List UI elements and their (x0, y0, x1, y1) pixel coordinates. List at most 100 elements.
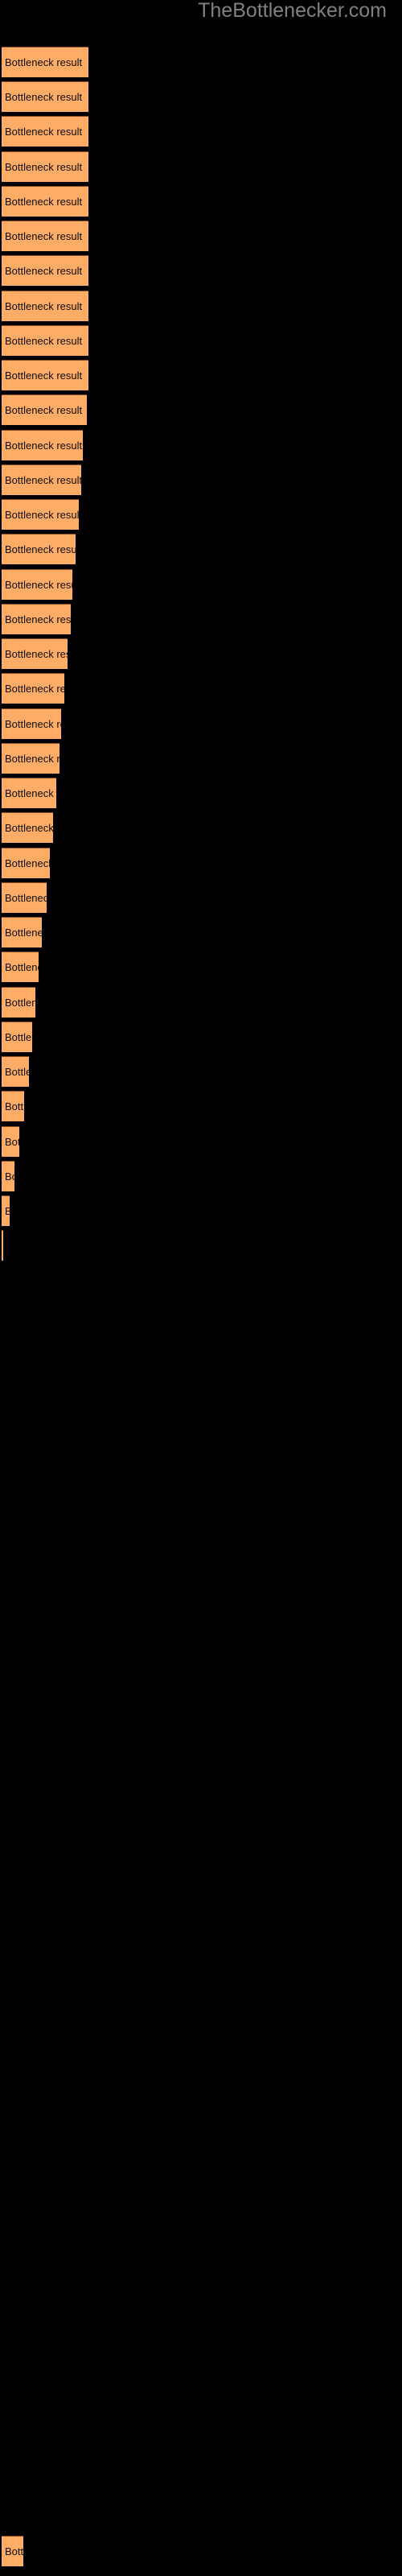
bar-row: Bottleneck result (0, 151, 402, 183)
bar-26[interactable]: Bottleneck result (2, 917, 42, 947)
bar-label: Bottleneck result (5, 683, 64, 695)
bar-27[interactable]: Bottleneck result (2, 952, 39, 982)
bar-row: Bottleneck result (0, 464, 402, 496)
bar-row: Bottleneck result (0, 917, 402, 948)
bar-19[interactable]: Bottleneck result (2, 673, 64, 704)
bar-row: Bottleneck result (0, 81, 402, 113)
bar-row: Bottleneck result (0, 221, 402, 252)
bar-label: Bottleneck result (5, 961, 39, 973)
bar-6[interactable]: Bottleneck result (2, 221, 88, 251)
bar-20[interactable]: Bottleneck result (2, 708, 61, 739)
bar-label: Bottleneck result (5, 543, 76, 555)
bar-11[interactable]: Bottleneck result (2, 394, 87, 425)
bar-row: Bottleneck result (0, 47, 402, 78)
bar-label: Bottleneck result (5, 91, 83, 103)
bar-21[interactable]: Bottleneck result (2, 743, 59, 774)
bar-row: Bottleneck result (0, 708, 402, 740)
bar-34[interactable]: Bottleneck result (2, 1195, 10, 1226)
bar-row: Bottleneck result (0, 952, 402, 983)
bar-row: Bottleneck result (0, 1056, 402, 1088)
bar-row: Bottleneck result (0, 2536, 402, 2567)
bar-label: Bottleneck result (5, 648, 68, 660)
bar-row: Bottleneck result (0, 604, 402, 635)
bar-row: Bottleneck result (0, 778, 402, 809)
bar-23[interactable]: Bottleneck result (2, 812, 53, 843)
bar-row: Bottleneck result (0, 882, 402, 914)
bar-32[interactable]: Bottleneck result (2, 1126, 19, 1157)
bar-row: Bottleneck result (0, 325, 402, 357)
bar-label: Bottleneck result (5, 613, 71, 625)
bar-13[interactable]: Bottleneck result (2, 464, 81, 495)
bar-row: Bottleneck result (0, 1195, 402, 1227)
bar-label: Bottleneck result (5, 1031, 32, 1043)
bar-row: Bottleneck result (0, 394, 402, 426)
bar-row: Bottleneck result (0, 1022, 402, 1053)
bar-label: Bottleneck result (5, 265, 83, 277)
bar-label: Bottleneck result (5, 161, 83, 173)
bar-row: Bottleneck result (0, 1230, 402, 1261)
bar-row: Bottleneck result (0, 291, 402, 322)
bar-label: Bottleneck result (5, 196, 83, 208)
bar-label: Bottleneck result (5, 892, 47, 904)
bar-label: Bottleneck result (5, 474, 81, 486)
bar-10[interactable]: Bottleneck result (2, 360, 88, 390)
bar-row: Bottleneck result (0, 534, 402, 565)
bar-label: Bottleneck result (5, 857, 50, 869)
bar-row: Bottleneck result (0, 499, 402, 530)
bar-label: Bottleneck result (5, 1170, 14, 1183)
bar-label: Bottleneck result (5, 718, 61, 730)
bar-8[interactable]: Bottleneck result (2, 291, 88, 321)
bar-label: Bottleneck result (5, 822, 53, 834)
bar-row: Bottleneck result (0, 812, 402, 844)
bar-label: Bottleneck result (5, 509, 79, 521)
bar-18[interactable]: Bottleneck result (2, 638, 68, 669)
bar-31[interactable]: Bottleneck result (2, 1091, 24, 1121)
bar-row: Bottleneck result (0, 1126, 402, 1158)
bar-row: Bottleneck result (0, 1161, 402, 1192)
bar-25[interactable]: Bottleneck result (2, 882, 47, 913)
bar-row: Bottleneck result (0, 743, 402, 774)
bar-16[interactable]: Bottleneck result (2, 569, 72, 600)
bar-label: Bottleneck result (5, 787, 56, 799)
bar-1[interactable]: Bottleneck result (2, 47, 88, 77)
bar-row: Bottleneck result (0, 1091, 402, 1122)
bar-label: Bottleneck result (5, 753, 59, 765)
bar-15[interactable]: Bottleneck result (2, 534, 76, 564)
bar-row: Bottleneck result (0, 116, 402, 147)
bar-35[interactable]: Bottleneck result (2, 1230, 3, 1261)
bar-row: Bottleneck result (0, 638, 402, 670)
bar-row: Bottleneck result (0, 673, 402, 704)
bar-22[interactable]: Bottleneck result (2, 778, 56, 808)
bar-label: Bottleneck result (5, 404, 83, 416)
bar-17[interactable]: Bottleneck result (2, 604, 71, 634)
bar-30[interactable]: Bottleneck result (2, 1056, 29, 1087)
bar-7[interactable]: Bottleneck result (2, 255, 88, 286)
bar-2[interactable]: Bottleneck result (2, 81, 88, 112)
bar-5[interactable]: Bottleneck result (2, 186, 88, 217)
bar-row: Bottleneck result (0, 987, 402, 1018)
bar-label: Bottleneck result (5, 1100, 24, 1113)
bar-label: Bottleneck result (5, 927, 42, 939)
bar-12[interactable]: Bottleneck result (2, 430, 83, 460)
bar-36[interactable]: Bottleneck result (2, 2536, 23, 2566)
bar-label: Bottleneck result (5, 369, 83, 382)
bottleneck-bar-chart: Bottleneck result Bottleneck result Bottle… (0, 0, 402, 2576)
bar-4[interactable]: Bottleneck result (2, 151, 88, 182)
bar-14[interactable]: Bottleneck result (2, 499, 79, 530)
bar-label: Bottleneck result (5, 1203, 10, 1219)
bar-label: Bottleneck result (5, 126, 83, 138)
bar-label: Bottleneck result (5, 579, 72, 591)
bar-3[interactable]: Bottleneck result (2, 116, 88, 147)
bar-row: Bottleneck result (0, 186, 402, 217)
bar-29[interactable]: Bottleneck result (2, 1022, 32, 1052)
bar-24[interactable]: Bottleneck result (2, 848, 50, 878)
bar-row: Bottleneck result (0, 360, 402, 391)
bar-9[interactable]: Bottleneck result (2, 325, 88, 356)
bar-label: Bottleneck result (5, 997, 35, 1009)
bar-label: Bottleneck result (5, 1066, 29, 1078)
bar-label: Bottleneck result (5, 2545, 23, 2557)
bar-label: Bottleneck result (5, 300, 83, 312)
bar-label: Bottleneck result (5, 335, 83, 347)
bar-28[interactable]: Bottleneck result (2, 987, 35, 1018)
bar-33[interactable]: Bottleneck result (2, 1161, 14, 1191)
